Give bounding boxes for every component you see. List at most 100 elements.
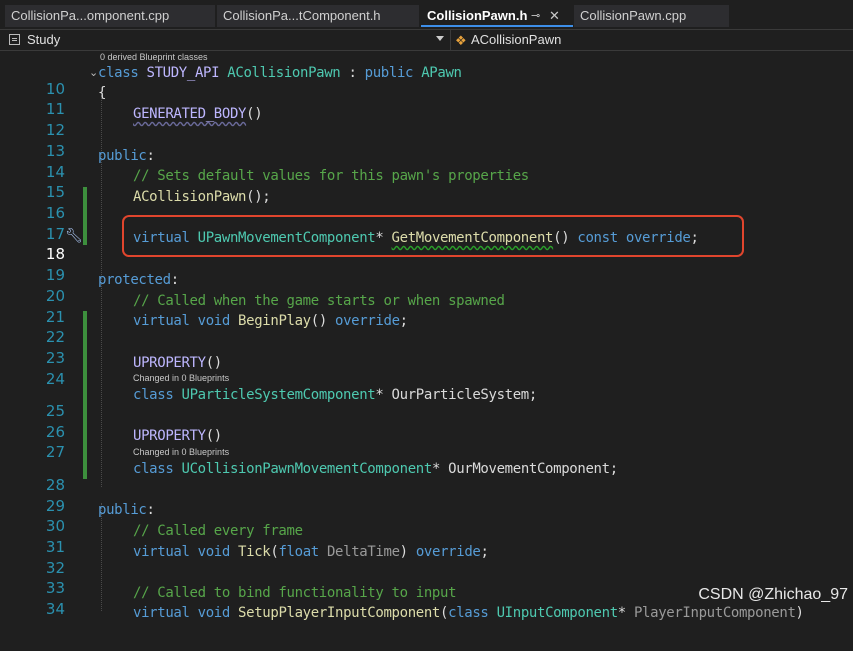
code-line-20[interactable]: 20 protected: (0, 270, 853, 305)
parameter: DeltaTime (326, 544, 400, 560)
code-line-28[interactable]: 28 class UCollisionPawnMovementComponent… (0, 459, 853, 494)
code-line-30[interactable]: 30 public: (0, 500, 853, 535)
punct: () (310, 313, 336, 329)
code-line-23[interactable]: 23 (0, 332, 853, 367)
class-icon: ❖ (455, 33, 467, 48)
wrench-icon[interactable]: 🔧︎ (65, 227, 83, 244)
code-line-25[interactable]: 25 class UParticleSystemComponent* OurPa… (0, 385, 853, 420)
punct: ; (609, 461, 618, 477)
keyword: public (364, 65, 422, 81)
tab-label: CollisionPa...omponent.cpp (11, 8, 170, 23)
keyword: virtual (133, 605, 198, 621)
keyword: class (98, 65, 147, 81)
function: SetupPlayerInputComponent (238, 605, 441, 621)
punct: ; (399, 313, 408, 329)
code-line-31[interactable]: 31 // Called every frame (0, 521, 853, 556)
code-line-21[interactable]: 21 // Called when the game starts or whe… (0, 291, 853, 326)
code-line-11[interactable]: 11 { (0, 83, 853, 118)
punct: (); (246, 189, 271, 205)
punct: * (431, 461, 449, 477)
brace: { (98, 85, 107, 101)
keyword: class (448, 605, 497, 621)
comment: // Called to bind functionality to input (133, 585, 457, 601)
project-dropdown[interactable]: Study (0, 30, 446, 50)
class-name: ACollisionPawn (227, 65, 341, 81)
punct: () (205, 355, 223, 371)
project-label: Study (27, 32, 61, 47)
code-line-33[interactable]: 33 (0, 562, 853, 597)
code-line-26[interactable]: 26 (0, 406, 853, 441)
type: UCollisionPawnMovementComponent (181, 461, 432, 477)
keyword: override (415, 544, 481, 560)
tab-collisionpawnmovementcomponent-cpp[interactable]: CollisionPa...omponent.cpp (5, 5, 215, 27)
punct: () (205, 428, 223, 444)
tab-label: CollisionPawn.h (427, 8, 528, 23)
keyword: virtual (133, 313, 198, 329)
highlight-box (122, 215, 744, 257)
punct: * (375, 387, 392, 403)
code-line-15[interactable]: 15 // Sets default values for this pawn'… (0, 166, 853, 201)
keyword: void (197, 544, 239, 560)
keyword: void (197, 605, 239, 621)
tab-label: CollisionPawn.cpp (580, 8, 687, 23)
code-editor[interactable]: ⌄ 0 derived Blueprint classes Changed in… (0, 51, 853, 621)
macro: UPROPERTY (133, 355, 206, 371)
keyword: override (335, 313, 400, 329)
punct: * (617, 605, 634, 621)
type: UParticleSystemComponent (181, 387, 376, 403)
keyword: virtual (133, 544, 198, 560)
watermark: CSDN @Zhichao_97 (698, 586, 848, 603)
keyword: public (98, 148, 147, 164)
comment: // Sets default values for this pawn's p… (133, 168, 529, 184)
code-line-32[interactable]: 32 virtual void Tick(float DeltaTime) ov… (0, 542, 853, 577)
code-line-13[interactable]: 13 (0, 125, 853, 160)
scope-label: ACollisionPawn (471, 32, 562, 47)
punct: ; (528, 387, 537, 403)
code-line-35[interactable]: virtual void SetupPlayerInputComponent(c… (0, 603, 853, 623)
macro: GENERATED_BODY (133, 106, 247, 122)
scope-dropdown[interactable]: ❖ ACollisionPawn (450, 30, 853, 50)
comment: // Called every frame (133, 523, 303, 539)
function: Tick (238, 544, 271, 560)
keyword: void (197, 313, 239, 329)
macro: STUDY_API (146, 65, 228, 81)
codelens-derived[interactable]: 0 derived Blueprint classes (100, 52, 208, 63)
codelens-changed[interactable]: Changed in 0 Blueprints (133, 447, 229, 458)
type: UInputComponent (496, 605, 619, 621)
keyword: protected (98, 272, 171, 288)
code-line-27[interactable]: 27 UPROPERTY() (0, 426, 853, 461)
codelens-changed[interactable]: Changed in 0 Blueprints (133, 373, 229, 384)
punct: : (146, 502, 155, 518)
macro: UPROPERTY (133, 428, 206, 444)
comment: // Called when the game starts or when s… (133, 293, 505, 309)
pin-icon[interactable]: ⊸ (531, 5, 540, 25)
tab-bar: CollisionPa...omponent.cpp CollisionPa..… (0, 0, 853, 29)
chevron-down-icon[interactable] (436, 36, 444, 41)
code-line-14[interactable]: 14 public: (0, 146, 853, 181)
code-line-10[interactable]: 10 class STUDY_API ACollisionPawn : publ… (0, 63, 853, 98)
tab-collisionpawn-h[interactable]: CollisionPawn.h ⊸ ✕ (421, 5, 573, 27)
punct: : (146, 148, 155, 164)
code-line-16[interactable]: 16 ACollisionPawn(); (0, 187, 853, 222)
punct: ) (399, 544, 416, 560)
keyword: class (133, 461, 182, 477)
code-line-12[interactable]: 12 GENERATED_BODY() (0, 104, 853, 139)
tab-collisionpawn-cpp[interactable]: CollisionPawn.cpp (574, 5, 729, 27)
base-class: APawn (421, 65, 462, 81)
punct: () (246, 106, 263, 122)
function: BeginPlay (238, 313, 311, 329)
code-line-29[interactable]: 29 (0, 480, 853, 515)
close-icon[interactable]: ✕ (549, 5, 560, 25)
keyword: public (98, 502, 147, 518)
function: ACollisionPawn (133, 189, 247, 205)
code-line-22[interactable]: 22 virtual void BeginPlay() override; (0, 311, 853, 346)
punct: : (340, 65, 365, 81)
identifier: OurParticleSystem (391, 387, 530, 403)
project-icon (9, 34, 20, 45)
parameter: PlayerInputComponent (633, 605, 796, 621)
punct: ; (480, 544, 489, 560)
identifier: OurMovementComponent (448, 461, 610, 477)
code-line-24[interactable]: 24 UPROPERTY() (0, 353, 853, 388)
navigation-bar: Study ❖ ACollisionPawn (0, 29, 853, 51)
tab-collisionpawnmovementcomponent-h[interactable]: CollisionPa...tComponent.h (217, 5, 419, 27)
